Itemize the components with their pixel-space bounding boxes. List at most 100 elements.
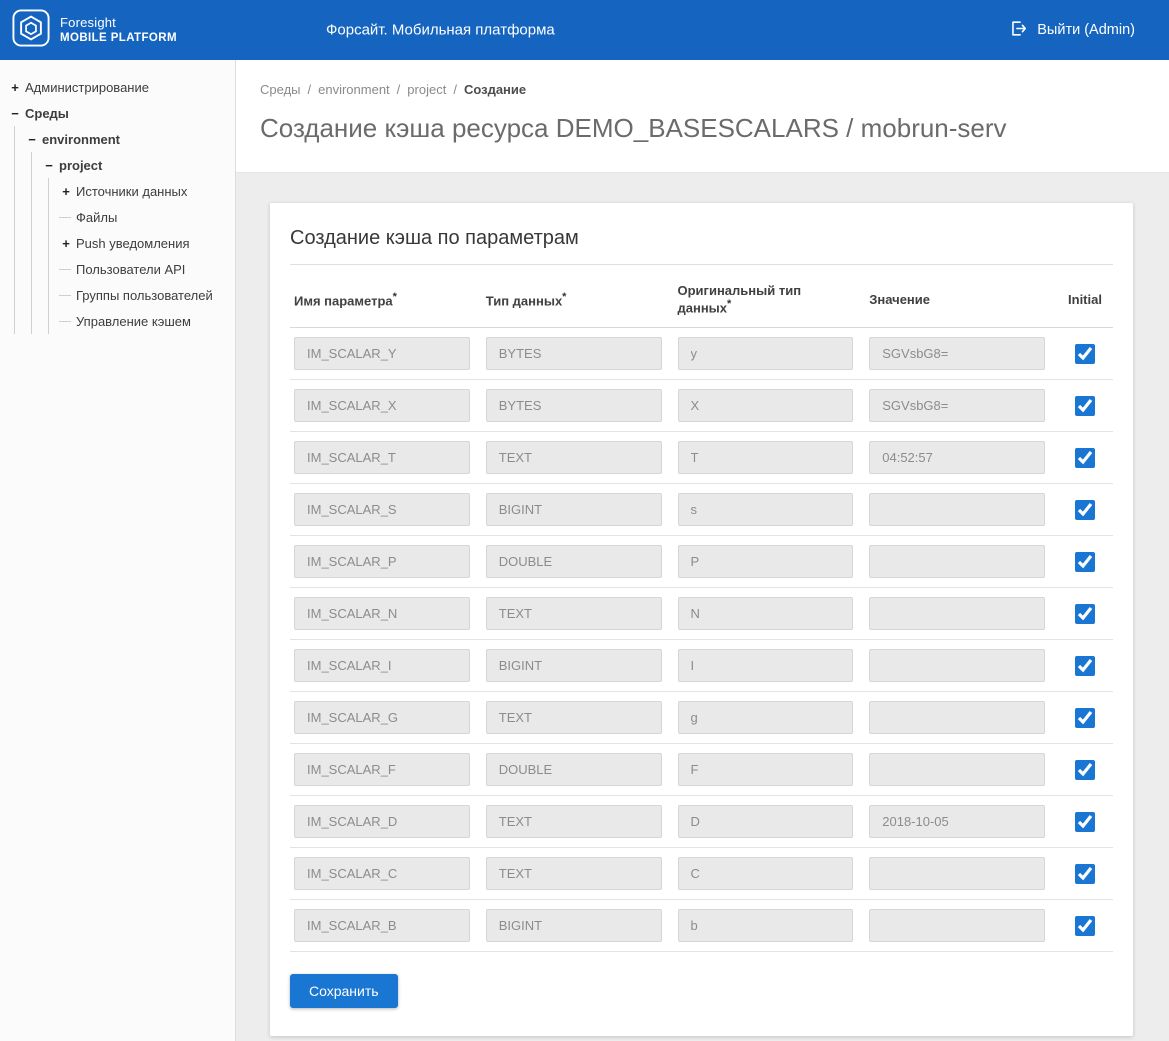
value-input[interactable]	[869, 337, 1045, 370]
original-type-input[interactable]	[678, 753, 854, 786]
tree-item-user-groups[interactable]: Группы пользователей	[59, 282, 229, 308]
tree-item-environments[interactable]: − Среды	[8, 100, 229, 126]
data-type-input[interactable]	[486, 753, 662, 786]
value-input[interactable]	[869, 753, 1045, 786]
value-input[interactable]	[869, 649, 1045, 682]
collapse-icon[interactable]: −	[42, 158, 56, 173]
value-input[interactable]	[869, 909, 1045, 942]
original-type-input[interactable]	[678, 857, 854, 890]
param-name-input[interactable]	[294, 649, 470, 682]
tree-item-push-notifications[interactable]: + Push уведомления	[59, 230, 229, 256]
data-type-input[interactable]	[486, 441, 662, 474]
expand-icon[interactable]: +	[59, 236, 73, 251]
app-title: Форсайт. Мобильная платформа	[326, 22, 555, 39]
sidebar-tree: + Администрирование − Среды − environmen…	[0, 60, 235, 348]
original-type-input[interactable]	[678, 909, 854, 942]
app-window: Foresight MOBILE PLATFORM Форсайт. Мобил…	[0, 0, 1169, 1041]
tree-item-cache-management[interactable]: Управление кэшем	[59, 308, 229, 334]
breadcrumb-project[interactable]: project	[407, 82, 446, 97]
data-type-input[interactable]	[486, 701, 662, 734]
tree-item-project[interactable]: − project	[42, 152, 229, 178]
param-name-input[interactable]	[294, 701, 470, 734]
collapse-icon[interactable]: −	[25, 132, 39, 147]
tree-item-label: environment	[42, 132, 120, 147]
save-button[interactable]: Сохранить	[290, 974, 398, 1008]
original-type-input[interactable]	[678, 649, 854, 682]
tree-item-files[interactable]: Файлы	[59, 204, 229, 230]
foresight-logo	[12, 9, 50, 52]
param-name-input[interactable]	[294, 441, 470, 474]
original-type-input[interactable]	[678, 337, 854, 370]
tree-item-administration[interactable]: + Администрирование	[8, 74, 229, 100]
content-area: Создание кэша по параметрам Имя параметр…	[236, 173, 1169, 1036]
param-name-input[interactable]	[294, 597, 470, 630]
param-name-input[interactable]	[294, 909, 470, 942]
breadcrumb-separator: /	[308, 82, 312, 97]
data-type-input[interactable]	[486, 909, 662, 942]
param-name-input[interactable]	[294, 389, 470, 422]
breadcrumb-environment[interactable]: environment	[318, 82, 390, 97]
initial-checkbox[interactable]	[1075, 344, 1095, 364]
initial-checkbox[interactable]	[1075, 916, 1095, 936]
value-input[interactable]	[869, 805, 1045, 838]
original-type-input[interactable]	[678, 597, 854, 630]
value-input[interactable]	[869, 389, 1045, 422]
tree-item-data-sources[interactable]: + Источники данных	[59, 178, 229, 204]
initial-checkbox[interactable]	[1075, 708, 1095, 728]
initial-checkbox[interactable]	[1075, 604, 1095, 624]
value-input[interactable]	[869, 441, 1045, 474]
expand-icon[interactable]: +	[8, 80, 22, 95]
column-header-param-name: Имя параметра*	[294, 291, 470, 308]
tree-item-api-users[interactable]: Пользователи API	[59, 256, 229, 282]
initial-checkbox[interactable]	[1075, 812, 1095, 832]
param-name-input[interactable]	[294, 753, 470, 786]
initial-checkbox[interactable]	[1075, 448, 1095, 468]
expand-icon[interactable]: +	[59, 184, 73, 199]
initial-checkbox[interactable]	[1075, 864, 1095, 884]
tree-item-label: Среды	[25, 106, 69, 121]
collapse-icon[interactable]: −	[8, 106, 22, 121]
initial-checkbox[interactable]	[1075, 500, 1095, 520]
data-type-input[interactable]	[486, 805, 662, 838]
required-asterisk: *	[393, 291, 397, 303]
brand: Foresight MOBILE PLATFORM	[0, 9, 236, 52]
logout-label: Выйти (Admin)	[1037, 22, 1135, 38]
original-type-input[interactable]	[678, 545, 854, 578]
tree-item-environment[interactable]: − environment	[25, 126, 229, 152]
table-row	[290, 484, 1113, 536]
data-type-input[interactable]	[486, 389, 662, 422]
param-name-input[interactable]	[294, 337, 470, 370]
initial-checkbox[interactable]	[1075, 552, 1095, 572]
param-name-input[interactable]	[294, 493, 470, 526]
value-input[interactable]	[869, 701, 1045, 734]
value-input[interactable]	[869, 857, 1045, 890]
param-name-input[interactable]	[294, 545, 470, 578]
original-type-input[interactable]	[678, 805, 854, 838]
brand-product: MOBILE PLATFORM	[60, 31, 177, 45]
original-type-input[interactable]	[678, 441, 854, 474]
value-input[interactable]	[869, 597, 1045, 630]
param-name-input[interactable]	[294, 857, 470, 890]
value-input[interactable]	[869, 493, 1045, 526]
data-type-input[interactable]	[486, 545, 662, 578]
original-type-input[interactable]	[678, 701, 854, 734]
value-input[interactable]	[869, 545, 1045, 578]
initial-checkbox[interactable]	[1075, 656, 1095, 676]
breadcrumb-environments[interactable]: Среды	[260, 82, 301, 97]
original-type-input[interactable]	[678, 389, 854, 422]
sidebar: + Администрирование − Среды − environmen…	[0, 60, 236, 1041]
table-row	[290, 848, 1113, 900]
logout-button[interactable]: Выйти (Admin)	[1009, 19, 1169, 42]
required-asterisk: *	[562, 291, 566, 303]
data-type-input[interactable]	[486, 649, 662, 682]
data-type-input[interactable]	[486, 337, 662, 370]
initial-checkbox[interactable]	[1075, 396, 1095, 416]
initial-checkbox[interactable]	[1075, 760, 1095, 780]
data-type-input[interactable]	[486, 493, 662, 526]
tree-item-label: Push уведомления	[76, 236, 190, 251]
data-type-input[interactable]	[486, 857, 662, 890]
original-type-input[interactable]	[678, 493, 854, 526]
column-header-value: Значение	[869, 292, 1045, 307]
data-type-input[interactable]	[486, 597, 662, 630]
param-name-input[interactable]	[294, 805, 470, 838]
